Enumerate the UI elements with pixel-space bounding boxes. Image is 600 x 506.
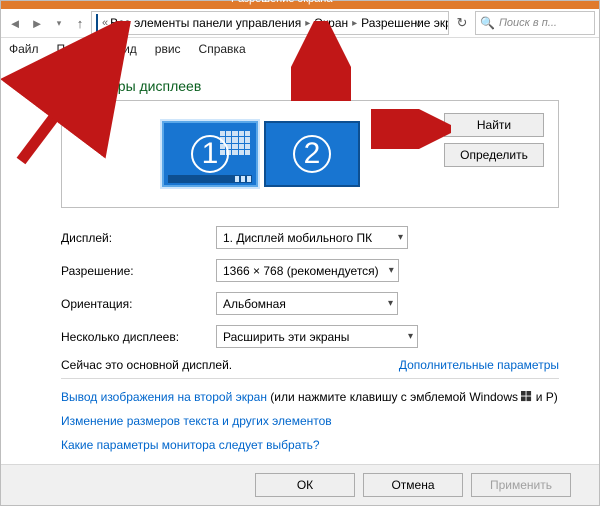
ok-button[interactable]: ОК [255,473,355,497]
multi-display-label: Несколько дисплеев: [61,330,216,344]
resolution-label: Разрешение: [61,264,216,278]
advanced-settings-link[interactable]: Дополнительные параметры [399,358,559,372]
breadcrumb-overflow-icon[interactable]: « [102,17,110,29]
orientation-label: Ориентация: [61,297,216,311]
divider [61,378,559,379]
chevron-right-icon: ▸ [348,18,361,29]
text-size-link[interactable]: Изменение размеров текста и других элеме… [61,414,332,428]
page-title: Параметры дисплеев [61,78,559,94]
address-bar: ◄ ► ▾ ↑ « Все элементы панели управления… [1,9,599,38]
breadcrumb-item[interactable]: Все элементы панели управления [110,16,301,30]
back-icon[interactable]: ◄ [5,13,25,33]
search-input[interactable]: 🔍 Поиск в п... [475,11,595,35]
search-placeholder: Поиск в п... [499,17,557,29]
breadcrumb[interactable]: « Все элементы панели управления ▸ Экран… [91,11,449,35]
monitor-2[interactable]: 2 [264,121,360,187]
refresh-icon[interactable]: ↻ [451,12,473,34]
chevron-down-icon: ▾ [388,298,393,309]
breadcrumb-item[interactable]: Экран [314,16,348,30]
content-area: Параметры дисплеев 1 2 Найти Определить … [1,60,599,453]
search-icon: 🔍 [480,16,495,30]
orientation-select[interactable]: Альбомная▾ [216,292,398,315]
project-link[interactable]: Вывод изображения на второй экран [61,390,267,404]
forward-icon[interactable]: ► [27,13,47,33]
title-bar: Разрешение экрана [1,1,599,9]
control-panel-icon [96,14,98,32]
chevron-down-icon: ▾ [389,265,394,276]
resolution-select[interactable]: 1366 × 768 (рекомендуется)▾ [216,259,399,282]
apply-button[interactable]: Применить [471,473,571,497]
primary-display-note: Сейчас это основной дисплей. Дополнитель… [61,358,559,372]
menu-file[interactable]: Файл [9,42,39,56]
desktop-icons-preview [220,131,250,155]
chevron-down-icon: ▾ [398,232,403,243]
menu-bar: Файл Правка Вид рвис Справка [1,38,599,60]
monitor-1[interactable]: 1 [162,121,258,187]
chevron-down-icon: ▾ [408,331,413,342]
menu-service[interactable]: рвис [155,42,181,56]
menu-view[interactable]: Вид [115,42,137,56]
menu-help[interactable]: Справка [199,42,246,56]
dialog-button-bar: ОК Отмена Применить [1,464,599,505]
cancel-button[interactable]: Отмена [363,473,463,497]
monitor-number-badge: 2 [293,135,331,173]
settings-form: Дисплей: 1. Дисплей мобильного ПК▾ Разре… [61,226,559,453]
identify-button[interactable]: Определить [444,143,544,167]
project-line: Вывод изображения на второй экран (или н… [61,389,559,405]
display-label: Дисплей: [61,231,216,245]
menu-edit[interactable]: Правка [57,42,98,56]
multi-display-select[interactable]: Расширить эти экраны▾ [216,325,418,348]
taskbar-preview [168,175,252,183]
monitor-row[interactable]: 1 2 [162,121,360,187]
window-title: Разрешение экрана [231,0,332,5]
display-arrangement-box: 1 2 Найти Определить [61,100,559,208]
windows-logo-icon [521,390,532,401]
breadcrumb-item[interactable]: Разрешение экрана [361,16,449,30]
display-select[interactable]: 1. Дисплей мобильного ПК▾ [216,226,408,249]
find-button[interactable]: Найти [444,113,544,137]
recent-dropdown-icon[interactable]: ▾ [49,13,69,33]
help-link[interactable]: Какие параметры монитора следует выбрать… [61,438,320,452]
monitor-side-buttons: Найти Определить [444,113,544,167]
chevron-right-icon: ▸ [301,18,314,29]
path-dropdown-icon[interactable]: v [410,12,426,34]
up-icon[interactable]: ↑ [71,13,89,33]
